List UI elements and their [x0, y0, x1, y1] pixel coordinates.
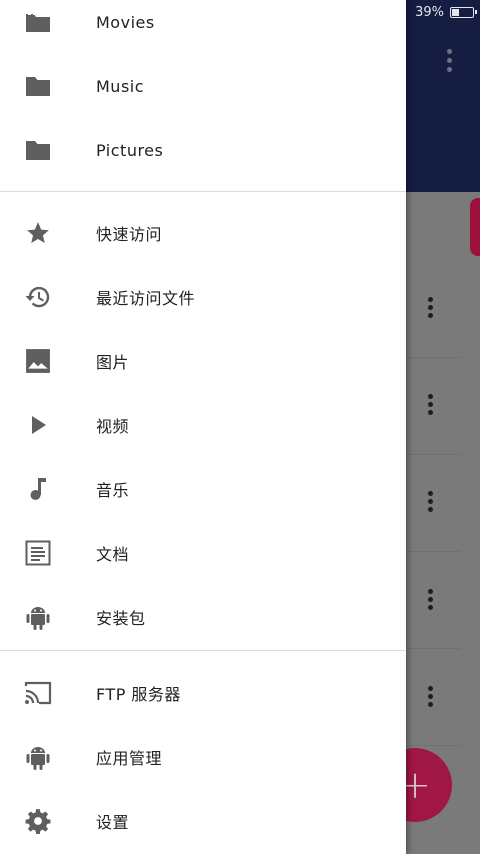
- row-more-icon[interactable]: [424, 587, 438, 613]
- navigation-drawer: Movies Music Pictures 快速访问 最近访问文件 图片 视频 …: [0, 0, 406, 854]
- list-divider: [406, 357, 460, 358]
- image-icon: [24, 347, 52, 375]
- row-more-icon[interactable]: [424, 489, 438, 515]
- list-divider: [406, 551, 460, 552]
- drawer-item-label: Movies: [96, 12, 155, 32]
- battery-percent: 39%: [415, 4, 444, 20]
- drawer-item-app-manager[interactable]: 应用管理: [0, 725, 406, 789]
- drawer-item-packages[interactable]: 安装包: [0, 585, 406, 649]
- history-icon: [24, 283, 52, 311]
- row-more-icon[interactable]: [424, 684, 438, 710]
- drawer-item-label: Music: [96, 76, 145, 96]
- drawer-item-label: 设置: [96, 813, 130, 832]
- drawer-item-movies[interactable]: Movies: [0, 0, 406, 54]
- gear-icon: [24, 807, 52, 835]
- row-more-icon[interactable]: [424, 295, 438, 321]
- document-icon: [24, 539, 52, 567]
- drawer-item-label: Pictures: [96, 140, 164, 160]
- drawer-item-ftp-server[interactable]: FTP 服务器: [0, 661, 406, 725]
- drawer-item-label: 视频: [96, 417, 130, 436]
- list-divider: [406, 454, 460, 455]
- drawer-item-label: 快速访问: [96, 225, 163, 244]
- android-icon: [24, 603, 52, 631]
- drawer-item-music-category[interactable]: 音乐: [0, 457, 406, 521]
- cast-icon: [24, 679, 52, 707]
- battery-icon: [450, 6, 477, 18]
- drawer-item-label: 应用管理: [96, 749, 163, 768]
- list-divider: [406, 648, 460, 649]
- drawer-item-label: FTP 服务器: [96, 685, 181, 704]
- drawer-item-label: 图片: [96, 353, 130, 372]
- row-more-icon[interactable]: [424, 392, 438, 418]
- drawer-item-quick-access[interactable]: 快速访问: [0, 201, 406, 265]
- drawer-item-recent-files[interactable]: 最近访问文件: [0, 265, 406, 329]
- list-divider: [406, 745, 460, 746]
- drawer-item-pictures[interactable]: Pictures: [0, 118, 406, 182]
- play-icon: [24, 411, 52, 439]
- star-icon: [24, 219, 52, 247]
- movie-folder-icon: [24, 8, 52, 36]
- drawer-item-settings[interactable]: 设置: [0, 789, 406, 853]
- battery-level: [452, 8, 459, 16]
- drawer-divider: [0, 191, 406, 192]
- drawer-item-music[interactable]: Music: [0, 54, 406, 118]
- drawer-item-documents[interactable]: 文档: [0, 521, 406, 585]
- folder-icon: [24, 72, 52, 100]
- drawer-item-images[interactable]: 图片: [0, 329, 406, 393]
- status-bar: 39%: [415, 2, 477, 22]
- music-note-icon: [24, 475, 52, 503]
- overflow-menu-icon[interactable]: [444, 46, 456, 76]
- drawer-item-label: 音乐: [96, 481, 130, 500]
- folder-icon: [24, 136, 52, 164]
- drawer-item-label: 文档: [96, 545, 130, 564]
- drawer-item-label: 安装包: [96, 609, 146, 628]
- android-icon: [24, 743, 52, 771]
- background-tab-indicator: [470, 198, 480, 256]
- drawer-item-label: 最近访问文件: [96, 289, 196, 308]
- drawer-item-videos[interactable]: 视频: [0, 393, 406, 457]
- drawer-divider: [0, 650, 406, 651]
